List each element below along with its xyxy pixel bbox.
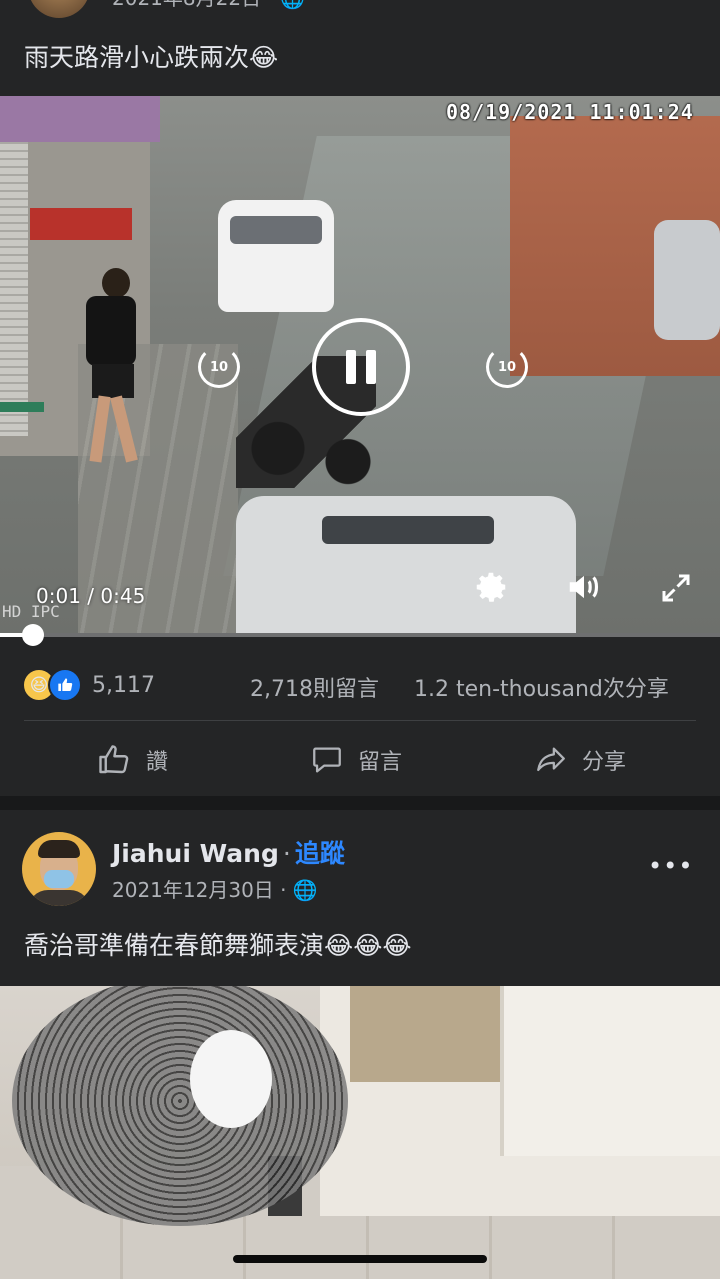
- fan-image: [12, 986, 348, 1226]
- post-text: 喬治哥準備在春節舞獅表演😂😂😂: [24, 931, 412, 960]
- like-icon: [48, 668, 82, 702]
- post-separator: [0, 796, 720, 810]
- post-author-line: Jiahui Wang · 追蹤: [112, 839, 345, 868]
- rewind-10-icon[interactable]: 10: [198, 346, 240, 388]
- shares-count[interactable]: 1.2 ten-thousand次分享: [414, 671, 669, 703]
- follow-button[interactable]: 追蹤: [295, 839, 345, 868]
- post-media[interactable]: [0, 986, 720, 1279]
- video-progress-track[interactable]: [0, 633, 720, 637]
- forward-10-icon[interactable]: 10: [486, 346, 528, 388]
- divider: [24, 720, 696, 721]
- thumbs-up-icon: [99, 745, 129, 774]
- prev-post-avatar[interactable]: [28, 0, 90, 18]
- like-button[interactable]: 讚: [96, 738, 168, 782]
- volume-icon[interactable]: [564, 568, 604, 606]
- comments-count[interactable]: 2,718則留言: [250, 671, 379, 703]
- share-icon: [537, 747, 565, 772]
- more-options-button[interactable]: •••: [648, 852, 693, 880]
- globe-icon: 🌐: [280, 0, 305, 10]
- author-name[interactable]: Jiahui Wang: [112, 839, 279, 868]
- video-scrubber-handle[interactable]: [22, 624, 44, 646]
- home-indicator[interactable]: [233, 1255, 487, 1263]
- video-overlay-timestamp: 08/19/2021 11:01:24: [446, 100, 694, 124]
- comment-button[interactable]: 留言: [310, 738, 402, 782]
- author-avatar[interactable]: [22, 832, 96, 906]
- comment-icon: [313, 747, 341, 773]
- reaction-count: 5,117: [92, 672, 155, 698]
- prev-post-text: 雨天路滑小心跌兩次😂: [24, 43, 279, 72]
- share-button[interactable]: 分享: [534, 738, 626, 782]
- video-player[interactable]: 08/19/2021 11:01:24 HD IPC 10 10 0:01 / …: [0, 96, 720, 636]
- fullscreen-icon[interactable]: [658, 570, 694, 606]
- prev-post-date: 2021年8月22日 · 🌐: [112, 0, 305, 11]
- video-time: 0:01 / 0:45: [36, 584, 146, 608]
- gear-icon[interactable]: [472, 568, 510, 606]
- post-date[interactable]: 2021年12月30日 · 🌐: [112, 874, 318, 903]
- pause-button[interactable]: [312, 318, 410, 416]
- reaction-summary[interactable]: 😆 5,117: [22, 668, 155, 702]
- globe-icon: 🌐: [292, 878, 318, 902]
